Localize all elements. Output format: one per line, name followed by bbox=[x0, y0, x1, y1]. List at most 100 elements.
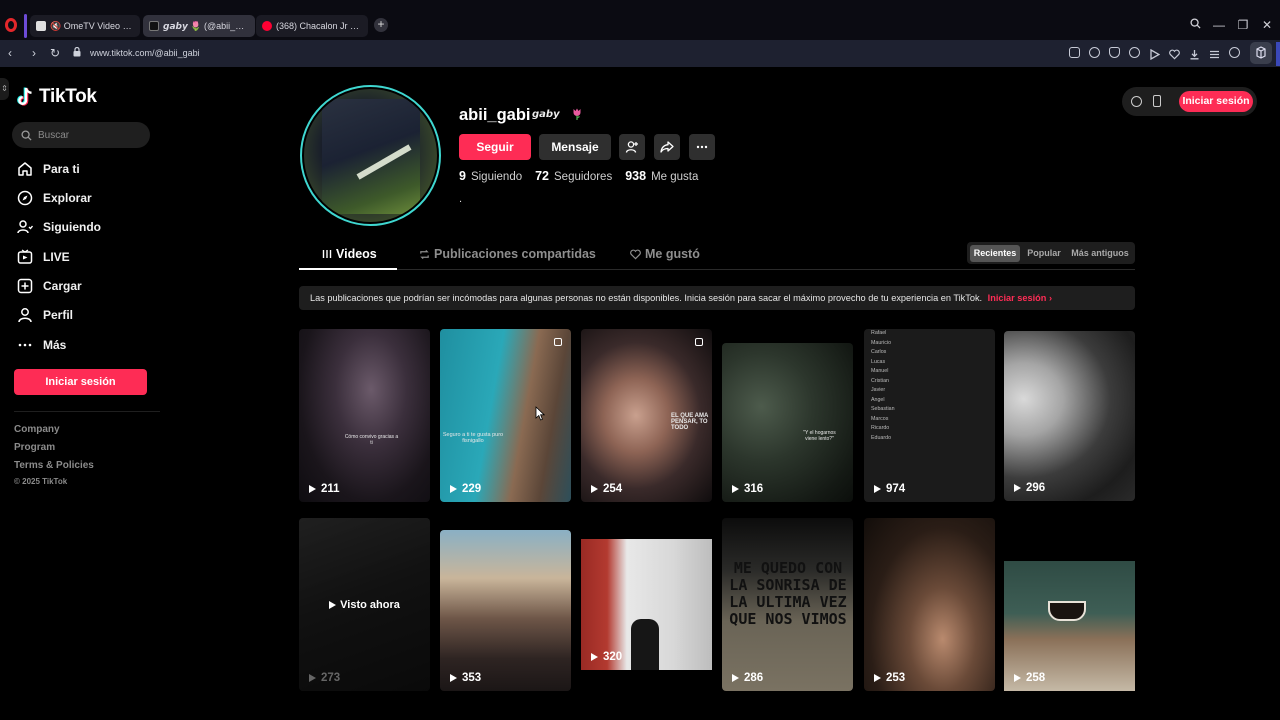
notice-login-link[interactable]: Iniciar sesión › bbox=[988, 293, 1052, 303]
video-thumbnail[interactable]: 296 bbox=[1004, 331, 1135, 501]
play-icon bbox=[450, 674, 457, 682]
avatar[interactable] bbox=[300, 85, 441, 226]
likes-count: 938 bbox=[625, 169, 647, 183]
browser-sidebar-strip bbox=[24, 14, 27, 38]
account-icon[interactable] bbox=[1229, 47, 1240, 58]
tab-liked[interactable]: Me gustó bbox=[630, 247, 700, 261]
grid-icon bbox=[322, 250, 332, 258]
play-icon bbox=[329, 600, 337, 609]
maximize-button[interactable]: ❐ bbox=[1236, 18, 1250, 32]
footer-link-terms[interactable]: Terms & Policies bbox=[14, 460, 94, 471]
close-window-button[interactable]: ✕ bbox=[1260, 18, 1274, 32]
sidebar-item-label: Perfil bbox=[43, 308, 74, 322]
back-button[interactable]: ‹ bbox=[4, 46, 16, 60]
search-input[interactable] bbox=[38, 129, 138, 141]
sidebar-item-para-ti[interactable]: Para ti bbox=[16, 160, 80, 178]
sidebar-divider bbox=[14, 411, 160, 412]
sort-popular-button[interactable]: Popular bbox=[1024, 245, 1064, 262]
video-thumbnail[interactable]: Visto ahora 273 bbox=[299, 518, 430, 691]
sidebar-collapse-handle[interactable]: ⇕ bbox=[0, 78, 9, 100]
video-thumbnail[interactable]: EL QUE AMA PENSAR, TO TODO 254 bbox=[581, 329, 712, 502]
copyright-text: © 2025 TikTok bbox=[14, 477, 68, 486]
youtube-favicon-icon bbox=[262, 21, 272, 31]
play-icon bbox=[1014, 674, 1021, 682]
video-thumbnail[interactable]: Rafael Mauricio Carlos Lucas Manuel Cristian J… bbox=[864, 329, 995, 502]
url-field[interactable]: www.tiktok.com/@abii_gabi bbox=[90, 48, 200, 58]
more-options-button[interactable] bbox=[689, 134, 715, 160]
tabs-divider bbox=[299, 269, 1135, 270]
profile-icon bbox=[16, 306, 34, 324]
suggested-accounts-button[interactable] bbox=[619, 134, 645, 160]
play-icon bbox=[874, 485, 881, 493]
minimize-button[interactable]: — bbox=[1212, 18, 1226, 32]
browser-sidebar-toggle[interactable] bbox=[1276, 42, 1280, 66]
menu-lines-icon[interactable] bbox=[1209, 47, 1220, 59]
extensions-icon[interactable] bbox=[1250, 42, 1272, 64]
more-icon bbox=[16, 336, 34, 354]
header-login-button[interactable]: Iniciar sesión bbox=[1179, 91, 1253, 112]
tab-videos[interactable]: Videos bbox=[322, 247, 377, 261]
tab-reposts[interactable]: Publicaciones compartidas bbox=[419, 247, 596, 261]
video-thumbnail[interactable]: "Y el hogarnos viene lento?" 316 bbox=[722, 343, 853, 502]
vpn-icon[interactable] bbox=[1129, 47, 1140, 58]
followers-stat[interactable]: 72 Seguidores bbox=[535, 169, 612, 183]
message-button[interactable]: Mensaje bbox=[539, 134, 611, 160]
video-thumbnail[interactable]: ME QUEDO CON LA SONRISA DE LA ULTIMA VEZ… bbox=[722, 518, 853, 691]
view-count: 229 bbox=[450, 483, 481, 495]
view-count: 316 bbox=[732, 483, 763, 495]
lock-icon[interactable] bbox=[73, 47, 81, 57]
sidebar-item-cargar[interactable]: Cargar bbox=[16, 277, 82, 295]
download-icon[interactable] bbox=[1189, 47, 1200, 60]
browser-tab-youtube[interactable]: (368) Chacalon Jr - Rumba bbox=[256, 15, 368, 37]
following-stat[interactable]: 9 Siguiendo bbox=[459, 169, 522, 183]
sort-oldest-button[interactable]: Más antiguos bbox=[1068, 245, 1132, 262]
sidebar-item-label: LIVE bbox=[43, 250, 70, 264]
sidebar-item-perfil[interactable]: Perfil bbox=[16, 306, 73, 324]
share-profile-button[interactable] bbox=[654, 134, 680, 160]
share-page-icon[interactable] bbox=[1069, 47, 1080, 58]
compass-icon bbox=[16, 189, 34, 207]
sidebar-item-label: Siguiendo bbox=[43, 220, 101, 234]
browser-tab-tiktok[interactable]: 𝙜𝙖𝙗𝙮 🌷 (@abii_gabi) | TikTok bbox=[143, 15, 255, 37]
sidebar-item-siguiendo[interactable]: Siguiendo bbox=[16, 218, 101, 236]
forward-button[interactable]: › bbox=[28, 46, 40, 60]
active-tab-indicator bbox=[299, 268, 397, 270]
live-icon bbox=[16, 248, 34, 266]
sidebar-item-mas[interactable]: Más bbox=[16, 336, 66, 354]
following-icon bbox=[16, 218, 34, 236]
video-thumbnail[interactable]: 253 bbox=[864, 518, 995, 691]
shield-icon[interactable] bbox=[1109, 47, 1120, 58]
search-box[interactable] bbox=[12, 122, 150, 148]
following-count: 9 bbox=[459, 169, 466, 183]
browser-search-icon[interactable] bbox=[1188, 18, 1202, 32]
likes-label: Me gusta bbox=[651, 171, 699, 183]
footer-link-program[interactable]: Program bbox=[14, 442, 55, 453]
camera-icon[interactable] bbox=[1089, 47, 1100, 58]
video-thumbnail[interactable]: 258 bbox=[1004, 561, 1135, 691]
browser-tab-label: (368) Chacalon Jr - Rumba bbox=[276, 21, 362, 31]
browser-tab-ometv[interactable]: 🔇 OmeTV Video Chat — Talk to Strangers bbox=[30, 15, 140, 37]
new-tab-button[interactable]: + bbox=[374, 18, 388, 32]
heart-icon[interactable] bbox=[1169, 47, 1180, 60]
sidebar-login-button[interactable]: Iniciar sesión bbox=[14, 369, 147, 395]
video-thumbnail[interactable]: Cómo convivo gracias a ti 211 bbox=[299, 329, 430, 502]
footer-link-company[interactable]: Company bbox=[14, 424, 60, 435]
browser-logo-icon[interactable] bbox=[5, 18, 17, 32]
video-thumbnail[interactable]: 320 bbox=[581, 539, 712, 670]
video-thumbnail[interactable]: 353 bbox=[440, 530, 571, 691]
coins-icon[interactable] bbox=[1131, 96, 1142, 107]
heart-lock-icon bbox=[630, 249, 641, 259]
follow-button[interactable]: Seguir bbox=[459, 134, 531, 160]
sidebar-item-label: Para ti bbox=[43, 162, 80, 176]
get-app-icon[interactable] bbox=[1153, 95, 1161, 107]
tab-label: Videos bbox=[336, 247, 377, 261]
logo-text: TikTok bbox=[39, 86, 97, 107]
sidebar-item-live[interactable]: LIVE bbox=[16, 248, 70, 266]
video-thumbnail[interactable]: Seguro a ti te gusta puro fisnigallo 229 bbox=[440, 329, 571, 502]
sidebar-item-explorar[interactable]: Explorar bbox=[16, 189, 92, 207]
tiktok-logo[interactable]: TikTok bbox=[17, 86, 97, 108]
sort-recent-button[interactable]: Recientes bbox=[970, 245, 1020, 262]
player-icon[interactable] bbox=[1149, 47, 1161, 61]
followers-label: Seguidores bbox=[554, 171, 613, 183]
reload-button[interactable]: ↻ bbox=[49, 46, 61, 60]
